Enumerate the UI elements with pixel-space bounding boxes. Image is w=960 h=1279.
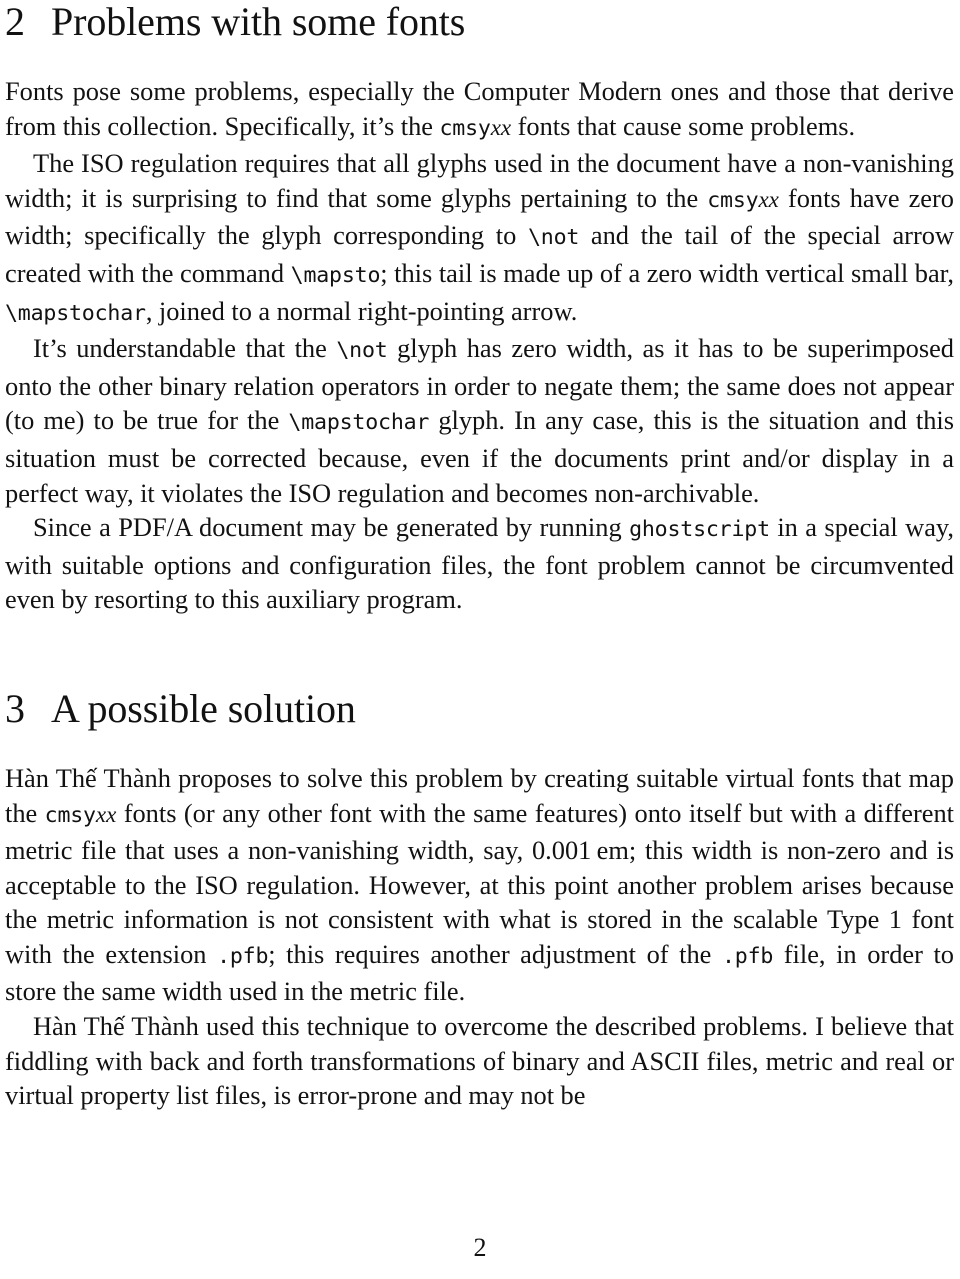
paragraph-text-run: Hàn Thế Thành used this technique to ove…	[5, 1011, 954, 1111]
section-number: 2	[5, 0, 25, 44]
paragraph-text-run: Since a PDF/A document may be generated …	[33, 512, 630, 543]
section-title: Problems with some fonts	[51, 0, 466, 44]
code-mapstochar: \mapstochar	[5, 300, 146, 326]
code-cmsy: cmsy	[707, 187, 759, 213]
paragraph-text-run: ; this requires another adjustment of th…	[268, 938, 722, 969]
code-not: \not	[336, 338, 388, 364]
section-heading-problems-with-some-fonts: 2 Problems with some fonts	[5, 0, 954, 42]
paragraph-text-run: fonts that cause some problems.	[511, 110, 856, 141]
code-mapstochar: \mapstochar	[288, 410, 430, 436]
section-title: A possible solution	[51, 685, 356, 731]
paragraph-han-the-thanh-used-this-technique: Hàn Thế Thành used this technique to ove…	[5, 1009, 954, 1113]
math-xx: xx	[758, 186, 779, 212]
code-ghostscript: ghostscript	[629, 517, 770, 543]
paragraph-since-a-pdfa-document: Since a PDF/A document may be generated …	[5, 510, 954, 617]
section-number: 3	[5, 685, 25, 731]
paragraph-text-run: , joined to a normal right-pointing arro…	[145, 295, 578, 326]
code-pfb: .pfb	[721, 943, 774, 969]
code-mapsto: \mapsto	[290, 262, 381, 288]
math-xx: xx	[95, 801, 117, 827]
code-cmsy: cmsy	[439, 115, 491, 141]
section-heading-a-possible-solution: 3 A possible solution	[5, 673, 954, 729]
paragraph-fonts-pose-some-problems: Fonts pose some problems, especially the…	[5, 74, 954, 146]
document-page: 2 Problems with some fonts Fonts pose som…	[0, 0, 960, 1279]
paragraph-text-run: ; this tail is made up of a zero width v…	[380, 257, 955, 288]
code-not: \not	[527, 225, 580, 251]
paragraph-han-the-thanh-proposes: Hàn Thế Thành proposes to solve this pro…	[5, 761, 954, 1009]
math-xx: xx	[490, 114, 512, 140]
page-number: 2	[473, 1233, 487, 1262]
paragraph-text-run: It’s understandable that the	[33, 333, 337, 364]
paragraph-its-understandable: It’s understandable that the \not glyph …	[5, 331, 954, 510]
code-cmsy: cmsy	[44, 802, 96, 828]
paragraph-iso-regulation-requires: The ISO regulation requires that all gly…	[5, 146, 954, 331]
code-pfb: .pfb	[217, 943, 269, 969]
